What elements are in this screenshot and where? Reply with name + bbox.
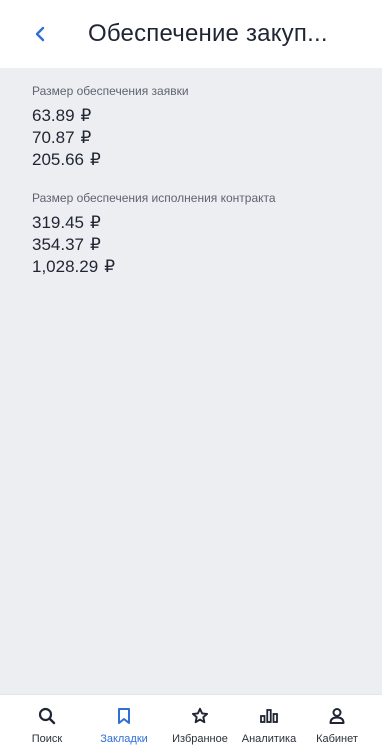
nav-item-bookmarks[interactable]: Закладки: [86, 695, 162, 749]
search-icon: [38, 707, 56, 725]
section-label: Размер обеспечения исполнения контракта: [32, 191, 276, 205]
bottom-navigation: Поиск Закладки Избранное Аналитика Кабин…: [0, 694, 382, 749]
nav-label: Закладки: [100, 733, 148, 745]
section-label: Размер обеспечения заявки: [32, 84, 189, 98]
top-bar: Обеспечение закуп...: [0, 0, 382, 68]
amount-value: 205.66 ₽: [32, 150, 101, 169]
nav-label: Поиск: [31, 733, 63, 745]
nav-item-account[interactable]: Кабинет: [299, 695, 375, 749]
amount-value: 354.37 ₽: [32, 235, 101, 254]
chevron-left-icon: [35, 26, 45, 42]
app-screen: Обеспечение закуп... Размер обеспечения …: [0, 0, 382, 749]
user-icon: [329, 708, 345, 724]
bid-security-section: Размер обеспечения заявки 63.89 ₽ 70.87 ₽ …: [32, 84, 382, 171]
back-button[interactable]: [26, 20, 54, 48]
star-icon: [191, 707, 209, 724]
amount-value: 70.87 ₽: [32, 128, 92, 147]
content-area: Размер обеспечения заявки 63.89 ₽ 70.87 ₽ …: [0, 68, 382, 694]
contract-security-section: Размер обеспечения исполнения контракта …: [32, 191, 382, 278]
amount-value: 1,028.29 ₽: [32, 257, 116, 276]
amount-value: 63.89 ₽: [32, 106, 92, 125]
amount-value: 319.45 ₽: [32, 213, 101, 232]
bookmark-icon: [118, 708, 130, 724]
nav-item-search[interactable]: Поиск: [9, 695, 85, 749]
analytics-icon: [260, 709, 278, 723]
page-title: Обеспечение закуп...: [88, 20, 328, 47]
nav-label: Кабинет: [316, 733, 358, 745]
